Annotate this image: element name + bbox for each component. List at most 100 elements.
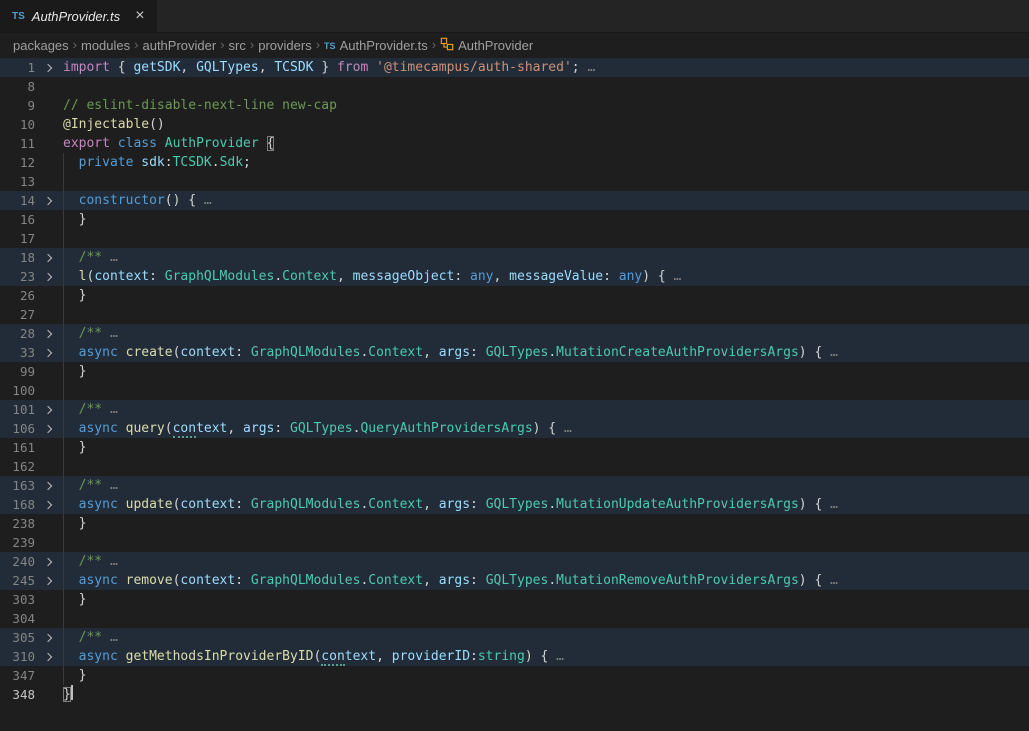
- fold-chevron-icon[interactable]: [35, 495, 63, 514]
- fold-chevron-icon[interactable]: [35, 324, 63, 343]
- code-text: export class AuthProvider {: [63, 134, 1029, 153]
- code-text: /** …: [63, 324, 1029, 343]
- line-number: 33: [0, 343, 35, 362]
- code-text: constructor() { …: [63, 191, 1029, 210]
- gutter-space: [35, 153, 63, 172]
- code-line[interactable]: 26 }: [0, 286, 1029, 305]
- breadcrumb-item-authprovider-ts[interactable]: TS AuthProvider.ts: [324, 38, 428, 53]
- fold-chevron-icon[interactable]: [35, 647, 63, 666]
- code-line[interactable]: 13: [0, 172, 1029, 191]
- gutter-space: [35, 666, 63, 685]
- gutter-space: [35, 210, 63, 229]
- gutter-space: [35, 96, 63, 115]
- code-line[interactable]: 14 constructor() { …: [0, 191, 1029, 210]
- line-number: 13: [0, 172, 35, 191]
- code-line[interactable]: 168 async update(context: GraphQLModules…: [0, 495, 1029, 514]
- code-line[interactable]: 239: [0, 533, 1029, 552]
- fold-chevron-icon[interactable]: [35, 58, 63, 77]
- gutter-space: [35, 514, 63, 533]
- line-number: 106: [0, 419, 35, 438]
- fold-chevron-icon[interactable]: [35, 400, 63, 419]
- code-line[interactable]: 10 @Injectable(): [0, 115, 1029, 134]
- code-line[interactable]: 99 }: [0, 362, 1029, 381]
- code-text: [63, 457, 1029, 476]
- line-number: 310: [0, 647, 35, 666]
- code-text: /** …: [63, 248, 1029, 267]
- code-line[interactable]: 1import { getSDK, GQLTypes, TCSDK } from…: [0, 58, 1029, 77]
- text-cursor: [71, 685, 73, 700]
- code-text: [63, 305, 1029, 324]
- code-text: private sdk:TCSDK.Sdk;: [63, 153, 1029, 172]
- gutter-space: [35, 286, 63, 305]
- breadcrumb-item-packages[interactable]: packages: [13, 38, 69, 53]
- gutter-space: [35, 438, 63, 457]
- code-editor: 1import { getSDK, GQLTypes, TCSDK } from…: [0, 58, 1029, 704]
- code-text: [63, 533, 1029, 552]
- breadcrumb-item-authprovider[interactable]: authProvider: [142, 38, 216, 53]
- code-text: }: [63, 590, 1029, 609]
- code-line[interactable]: 245 async remove(context: GraphQLModules…: [0, 571, 1029, 590]
- gutter-space: [35, 134, 63, 153]
- code-text: @Injectable(): [63, 115, 1029, 134]
- code-line[interactable]: 347 }: [0, 666, 1029, 685]
- fold-chevron-icon[interactable]: [35, 248, 63, 267]
- fold-chevron-icon[interactable]: [35, 571, 63, 590]
- code-line[interactable]: 18 /** …: [0, 248, 1029, 267]
- close-icon[interactable]: ×: [135, 8, 144, 24]
- breadcrumb-label: AuthProvider.ts: [340, 38, 428, 53]
- code-line[interactable]: 106 async query(context, args: GQLTypes.…: [0, 419, 1029, 438]
- line-number: 26: [0, 286, 35, 305]
- tab-title: AuthProvider.ts: [32, 9, 120, 24]
- code-line[interactable]: 28 /** …: [0, 324, 1029, 343]
- fold-chevron-icon[interactable]: [35, 343, 63, 362]
- code-line[interactable]: 161 }: [0, 438, 1029, 457]
- typescript-file-icon: TS: [12, 11, 25, 22]
- code-line[interactable]: 27: [0, 305, 1029, 324]
- breadcrumb-item-authprovider[interactable]: AuthProvider: [440, 37, 533, 54]
- code-line[interactable]: 304: [0, 609, 1029, 628]
- code-line[interactable]: 305 /** …: [0, 628, 1029, 647]
- code-line[interactable]: 16 }: [0, 210, 1029, 229]
- fold-chevron-icon[interactable]: [35, 476, 63, 495]
- code-text: }: [63, 362, 1029, 381]
- line-number: 10: [0, 115, 35, 134]
- code-line[interactable]: 9// eslint-disable-next-line new-cap: [0, 96, 1029, 115]
- line-number: 12: [0, 153, 35, 172]
- code-line[interactable]: 163 /** …: [0, 476, 1029, 495]
- line-number: 240: [0, 552, 35, 571]
- breadcrumb-item-src[interactable]: src: [229, 38, 246, 53]
- code-line[interactable]: 162: [0, 457, 1029, 476]
- chevron-right-icon: ›: [73, 37, 77, 52]
- line-number: 303: [0, 590, 35, 609]
- line-number: 9: [0, 96, 35, 115]
- breadcrumb-item-providers[interactable]: providers: [258, 38, 311, 53]
- line-number: 8: [0, 77, 35, 96]
- fold-chevron-icon[interactable]: [35, 419, 63, 438]
- line-number: 168: [0, 495, 35, 514]
- code-line[interactable]: 33 async create(context: GraphQLModules.…: [0, 343, 1029, 362]
- code-line[interactable]: 17: [0, 229, 1029, 248]
- code-text: }: [63, 666, 1029, 685]
- code-text: [63, 77, 1029, 96]
- fold-chevron-icon[interactable]: [35, 191, 63, 210]
- fold-chevron-icon[interactable]: [35, 267, 63, 286]
- code-line[interactable]: 303 }: [0, 590, 1029, 609]
- code-line[interactable]: 238 }: [0, 514, 1029, 533]
- fold-chevron-icon[interactable]: [35, 552, 63, 571]
- code-line[interactable]: 23 l(context: GraphQLModules.Context, me…: [0, 267, 1029, 286]
- typescript-file-icon: TS: [324, 41, 336, 51]
- code-line[interactable]: 8: [0, 77, 1029, 96]
- line-number: 11: [0, 134, 35, 153]
- breadcrumb-item-modules[interactable]: modules: [81, 38, 130, 53]
- code-line[interactable]: 348}: [0, 685, 1029, 704]
- gutter-space: [35, 305, 63, 324]
- fold-chevron-icon[interactable]: [35, 628, 63, 647]
- code-line[interactable]: 100: [0, 381, 1029, 400]
- code-line[interactable]: 12 private sdk:TCSDK.Sdk;: [0, 153, 1029, 172]
- line-number: 1: [0, 58, 35, 77]
- tab-authprovider[interactable]: TS AuthProvider.ts ×: [0, 0, 157, 32]
- code-line[interactable]: 310 async getMethodsInProviderByID(conte…: [0, 647, 1029, 666]
- code-line[interactable]: 240 /** …: [0, 552, 1029, 571]
- code-line[interactable]: 101 /** …: [0, 400, 1029, 419]
- code-line[interactable]: 11 export class AuthProvider {: [0, 134, 1029, 153]
